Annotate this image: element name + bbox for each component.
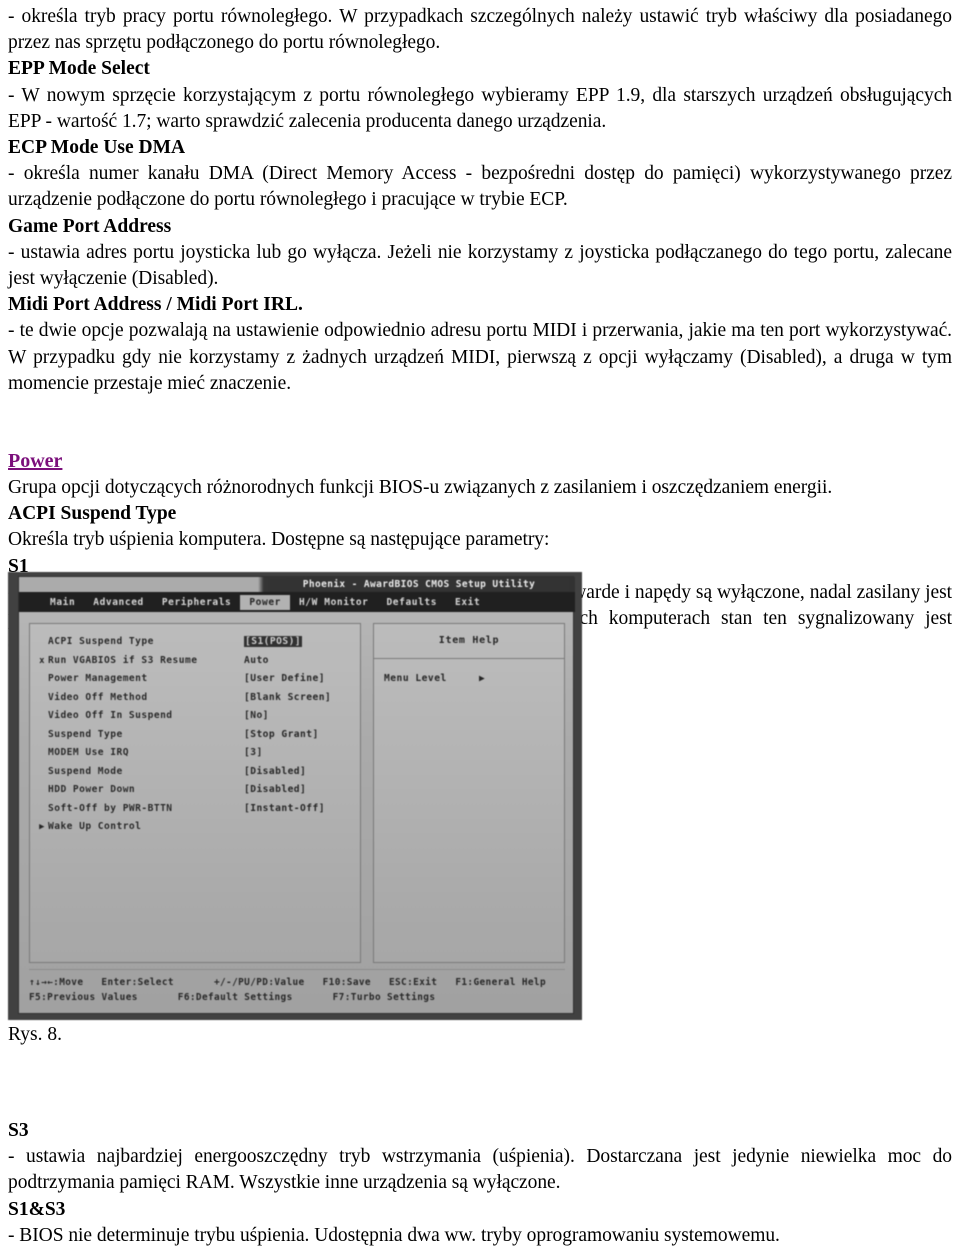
row-value[interactable]: [Stop Grant] bbox=[244, 729, 319, 740]
paragraph: Określa tryb uśpienia komputera. Dostępn… bbox=[8, 529, 550, 551]
figure-caption: Rys. 8. bbox=[8, 1024, 62, 1045]
row-label: Video Off Method bbox=[48, 691, 148, 703]
bios-setting-row[interactable]: x Run VGABIOS if S3 Resume Auto bbox=[36, 655, 354, 674]
hint-move: ↑↓→←:Move bbox=[29, 977, 84, 988]
menu-level-row: Menu Level ▶ bbox=[374, 659, 564, 684]
bios-screen: Phoenix - AwardBIOS CMOS Setup Utility M… bbox=[8, 572, 582, 1020]
bios-setting-row[interactable]: Suspend Type [Stop Grant] bbox=[36, 729, 354, 748]
heading-ecp-mode-use-dma: ECP Mode Use DMA bbox=[8, 137, 186, 159]
bios-setting-row[interactable]: Video Off Method [Blank Screen] bbox=[36, 692, 354, 711]
heading-midi-port-address: Midi Port Address / Midi Port IRL. bbox=[8, 294, 303, 316]
bios-tab-advanced[interactable]: Advanced bbox=[84, 595, 153, 610]
document-bottom-text: S3 - ustawia najbardziej energooszczędny… bbox=[8, 1118, 952, 1249]
document-page: - określa tryb pracy portu równoległego.… bbox=[0, 0, 960, 1246]
hint-value: +/-/PU/PD:Value bbox=[213, 977, 305, 988]
paragraph: Grupa opcji dotyczących różnorodnych fun… bbox=[8, 477, 833, 499]
bios-footer-line-2: F5:Previous Values F6:Default Settings F7:… bbox=[29, 990, 565, 1005]
heading-s1-s3: S1&S3 bbox=[8, 1198, 66, 1220]
row-value[interactable]: [S1(POS)] bbox=[244, 636, 303, 647]
bios-footer-line-1: ↑↓→←:Move Enter:Select +/-/PU/PD:Value F10:… bbox=[29, 975, 565, 990]
row-value[interactable]: [No] bbox=[244, 710, 269, 721]
bios-setting-row[interactable]: Soft-Off by PWR-BTTN [Instant-Off] bbox=[36, 803, 354, 822]
hint-general-help: F1:General Help bbox=[455, 977, 546, 988]
paragraph: - określa numer kanału DMA (Direct Memor… bbox=[8, 163, 952, 211]
bios-tab-peripherals[interactable]: Peripherals bbox=[153, 595, 241, 610]
row-label: ACPI Suspend Type bbox=[48, 636, 154, 647]
row-value[interactable]: [Disabled] bbox=[244, 784, 306, 795]
row-label: HDD Power Down bbox=[48, 784, 136, 795]
row-label: Suspend Type bbox=[48, 728, 123, 740]
paragraph: - BIOS nie determinuje trybu uśpienia. U… bbox=[8, 1224, 780, 1246]
item-help-title: Item Help bbox=[374, 624, 564, 659]
bios-window: Phoenix - AwardBIOS CMOS Setup Utility M… bbox=[18, 576, 575, 1014]
row-label: Run VGABIOS if S3 Resume bbox=[48, 654, 198, 666]
document-top-text: - określa tryb pracy portu równoległego.… bbox=[8, 4, 952, 658]
row-label: Suspend Mode bbox=[48, 765, 123, 777]
heading-s3: S3 bbox=[8, 1120, 29, 1141]
bios-setting-row[interactable]: Power Management [User Define] bbox=[36, 673, 354, 692]
hint-save: F10:Save bbox=[322, 977, 371, 988]
menu-level-arrow-icon: ▶ bbox=[479, 673, 486, 684]
row-label: Soft-Off by PWR-BTTN bbox=[48, 802, 173, 814]
bios-setting-row[interactable]: Suspend Mode [Disabled] bbox=[36, 766, 354, 785]
bios-setting-row[interactable]: Video Off In Suspend [No] bbox=[36, 710, 354, 729]
row-value[interactable]: [Instant-Off] bbox=[244, 803, 325, 814]
row-value[interactable]: [Blank Screen] bbox=[244, 692, 331, 703]
hint-previous-values: F5:Previous Values bbox=[29, 992, 138, 1003]
bios-tab-power[interactable]: Power bbox=[240, 594, 290, 610]
bios-menubar: Main Advanced Peripherals Power H/W Moni… bbox=[19, 592, 575, 612]
heading-epp-mode-select: EPP Mode Select bbox=[8, 58, 150, 80]
bios-tab-defaults[interactable]: Defaults bbox=[377, 595, 446, 610]
bios-tab-exit[interactable]: Exit bbox=[446, 595, 489, 610]
paragraph: - te dwie opcje pozwalają na ustawienie … bbox=[8, 320, 952, 394]
row-value[interactable]: [User Define] bbox=[244, 673, 325, 684]
paragraph: - określa tryb pracy portu równoległego.… bbox=[8, 6, 952, 54]
row-label: MODEM Use IRQ bbox=[48, 747, 129, 758]
hint-default-settings: F6:Default Settings bbox=[177, 992, 293, 1003]
paragraph: - ustawia adres portu joysticka lub go w… bbox=[8, 241, 952, 290]
bios-setting-row[interactable]: ACPI Suspend Type [S1(POS)] bbox=[36, 636, 354, 655]
row-label: Video Off In Suspend bbox=[48, 710, 173, 721]
paragraph: - ustawia najbardziej energooszczędny tr… bbox=[8, 1146, 952, 1194]
hint-turbo-settings: F7:Turbo Settings bbox=[332, 992, 436, 1003]
paragraph: - W nowym sprzęcie korzystającym z portu… bbox=[8, 84, 952, 132]
bios-settings-list: ACPI Suspend Type [S1(POS)] x Run VGABIO… bbox=[29, 623, 361, 963]
menu-level-label: Menu Level bbox=[384, 673, 447, 684]
bios-tab-hw-monitor[interactable]: H/W Monitor bbox=[290, 595, 378, 610]
bios-setting-row[interactable]: ▶ Wake Up Control bbox=[36, 821, 354, 840]
row-value[interactable]: [Disabled] bbox=[244, 766, 306, 777]
section-link-power[interactable]: Power bbox=[8, 448, 62, 475]
bios-item-help-panel: Item Help Menu Level ▶ bbox=[373, 623, 565, 963]
row-label: Power Management bbox=[48, 673, 148, 684]
bios-footer-hints: ↑↓→←:Move Enter:Select +/-/PU/PD:Value F10:… bbox=[29, 969, 565, 1009]
bios-screenshot-figure: Phoenix - AwardBIOS CMOS Setup Utility M… bbox=[8, 572, 582, 1020]
bios-setting-row[interactable]: MODEM Use IRQ [3] bbox=[36, 747, 354, 766]
heading-game-port-address: Game Port Address bbox=[8, 215, 172, 237]
row-value[interactable]: Auto bbox=[244, 655, 269, 666]
bios-tab-main[interactable]: Main bbox=[41, 595, 84, 610]
bios-title: Phoenix - AwardBIOS CMOS Setup Utility bbox=[269, 578, 569, 592]
row-value[interactable]: [3] bbox=[244, 747, 263, 758]
row-marker: x bbox=[39, 655, 45, 666]
heading-acpi-suspend-type: ACPI Suspend Type bbox=[8, 503, 177, 525]
row-label: Wake Up Control bbox=[48, 821, 142, 832]
submenu-arrow-icon: ▶ bbox=[39, 822, 45, 832]
hint-exit: ESC:Exit bbox=[388, 977, 438, 988]
bios-content: ACPI Suspend Type [S1(POS)] x Run VGABIO… bbox=[29, 623, 565, 963]
hint-select: Enter:Select bbox=[101, 977, 174, 988]
bios-setting-row[interactable]: HDD Power Down [Disabled] bbox=[36, 784, 354, 803]
